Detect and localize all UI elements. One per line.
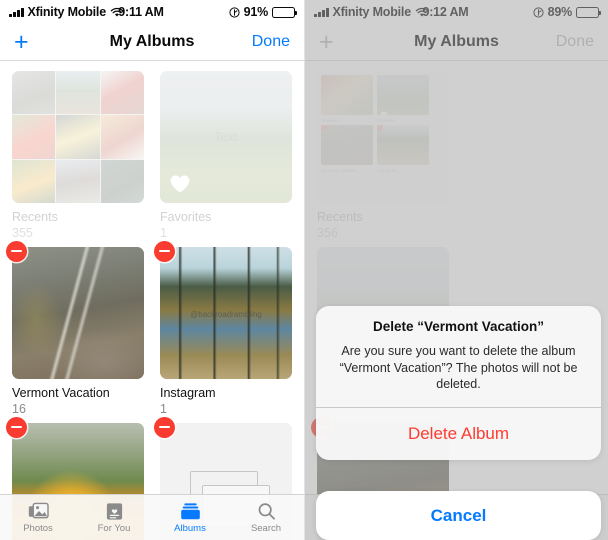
tab-label: For You [97, 523, 131, 534]
phone-screen-editing-albums: Xfinity Mobile 9:11 AM 91% + My Albums D… [0, 0, 304, 540]
photos-icon [28, 501, 49, 521]
wifi-icon [110, 7, 124, 18]
tab-label: Search [250, 523, 282, 534]
album-thumbnail[interactable]: @backroadrambling [160, 246, 292, 379]
album-count: 16 [12, 402, 26, 417]
delete-album-badge[interactable] [154, 240, 175, 262]
album-cell-instagram[interactable]: @backroadrambling Instagram 1 [154, 240, 292, 417]
status-bar-right: 91% [228, 5, 298, 19]
delete-album-badge[interactable] [6, 416, 27, 438]
cancel-button[interactable]: Cancel [316, 491, 601, 540]
tab-for-you[interactable]: For You [76, 501, 152, 534]
for-you-icon [105, 501, 124, 521]
location-services-icon [228, 6, 240, 18]
album-thumbnail[interactable] [12, 246, 144, 379]
album-count: 355 [12, 226, 33, 241]
dual-screenshot-stage: Xfinity Mobile 9:11 AM 91% + My Albums D… [0, 0, 608, 540]
battery-icon [272, 6, 298, 18]
album-title: Recents [12, 210, 58, 224]
carrier-label: Xfinity Mobile [27, 5, 107, 19]
alert-message: Are you sure you want to delete the albu… [339, 344, 578, 392]
album-cell-vermont-vacation[interactable]: Vermont Vacation 16 [6, 240, 144, 417]
cellular-signal-icon [9, 7, 24, 17]
albums-scroll-area[interactable]: Recents 355 Text Favorites 1 Vermont Vac… [0, 61, 304, 540]
battery-percent-label: 91% [243, 5, 269, 19]
done-button[interactable]: Done [252, 33, 290, 51]
albums-icon [180, 501, 201, 521]
navigation-bar: + My Albums Done [0, 24, 304, 60]
delete-album-badge[interactable] [6, 240, 27, 262]
tab-label: Photos [23, 523, 53, 534]
status-bar: Xfinity Mobile 9:11 AM 91% [0, 0, 304, 24]
delete-album-alert: Delete “Vermont Vacation” Are you sure y… [316, 306, 601, 460]
alert-title: Delete “Vermont Vacation” [372, 319, 545, 334]
tab-photos[interactable]: Photos [0, 501, 76, 534]
tab-bar: Photos For You Albums Search [0, 494, 304, 540]
status-bar-left: Xfinity Mobile [9, 5, 124, 19]
search-icon [257, 501, 276, 521]
album-title: Instagram [160, 385, 216, 400]
album-count: 1 [160, 226, 167, 241]
album-title: Vermont Vacation [12, 385, 110, 400]
add-album-button[interactable]: + [14, 29, 29, 55]
album-count: 1 [160, 402, 167, 417]
album-cell-favorites[interactable]: Text Favorites 1 [160, 71, 292, 241]
albums-grid: Recents 355 Text Favorites 1 Vermont Vac… [6, 71, 292, 540]
tab-label: Albums [174, 523, 206, 534]
delete-album-button[interactable]: Delete Album [316, 408, 601, 460]
favorites-heart-icon [169, 174, 191, 194]
delete-album-badge[interactable] [154, 416, 175, 438]
album-thumbnail[interactable]: Text [160, 71, 292, 203]
album-cell-recents[interactable]: Recents 355 [12, 71, 144, 241]
album-title: Favorites [160, 210, 212, 224]
photo-watermark: @backroadrambling [190, 310, 262, 320]
photo-watermark: Text [214, 129, 238, 145]
phone-screen-delete-confirmation: Xfinity Mobile 9:12 AM 89% + My Albums D… [304, 0, 608, 540]
album-thumbnail[interactable] [12, 71, 144, 203]
recents-mosaic-icon [12, 71, 144, 203]
tab-search[interactable]: Search [228, 501, 304, 534]
tab-albums[interactable]: Albums [152, 501, 228, 534]
alert-body: Delete “Vermont Vacation” Are you sure y… [316, 306, 601, 407]
